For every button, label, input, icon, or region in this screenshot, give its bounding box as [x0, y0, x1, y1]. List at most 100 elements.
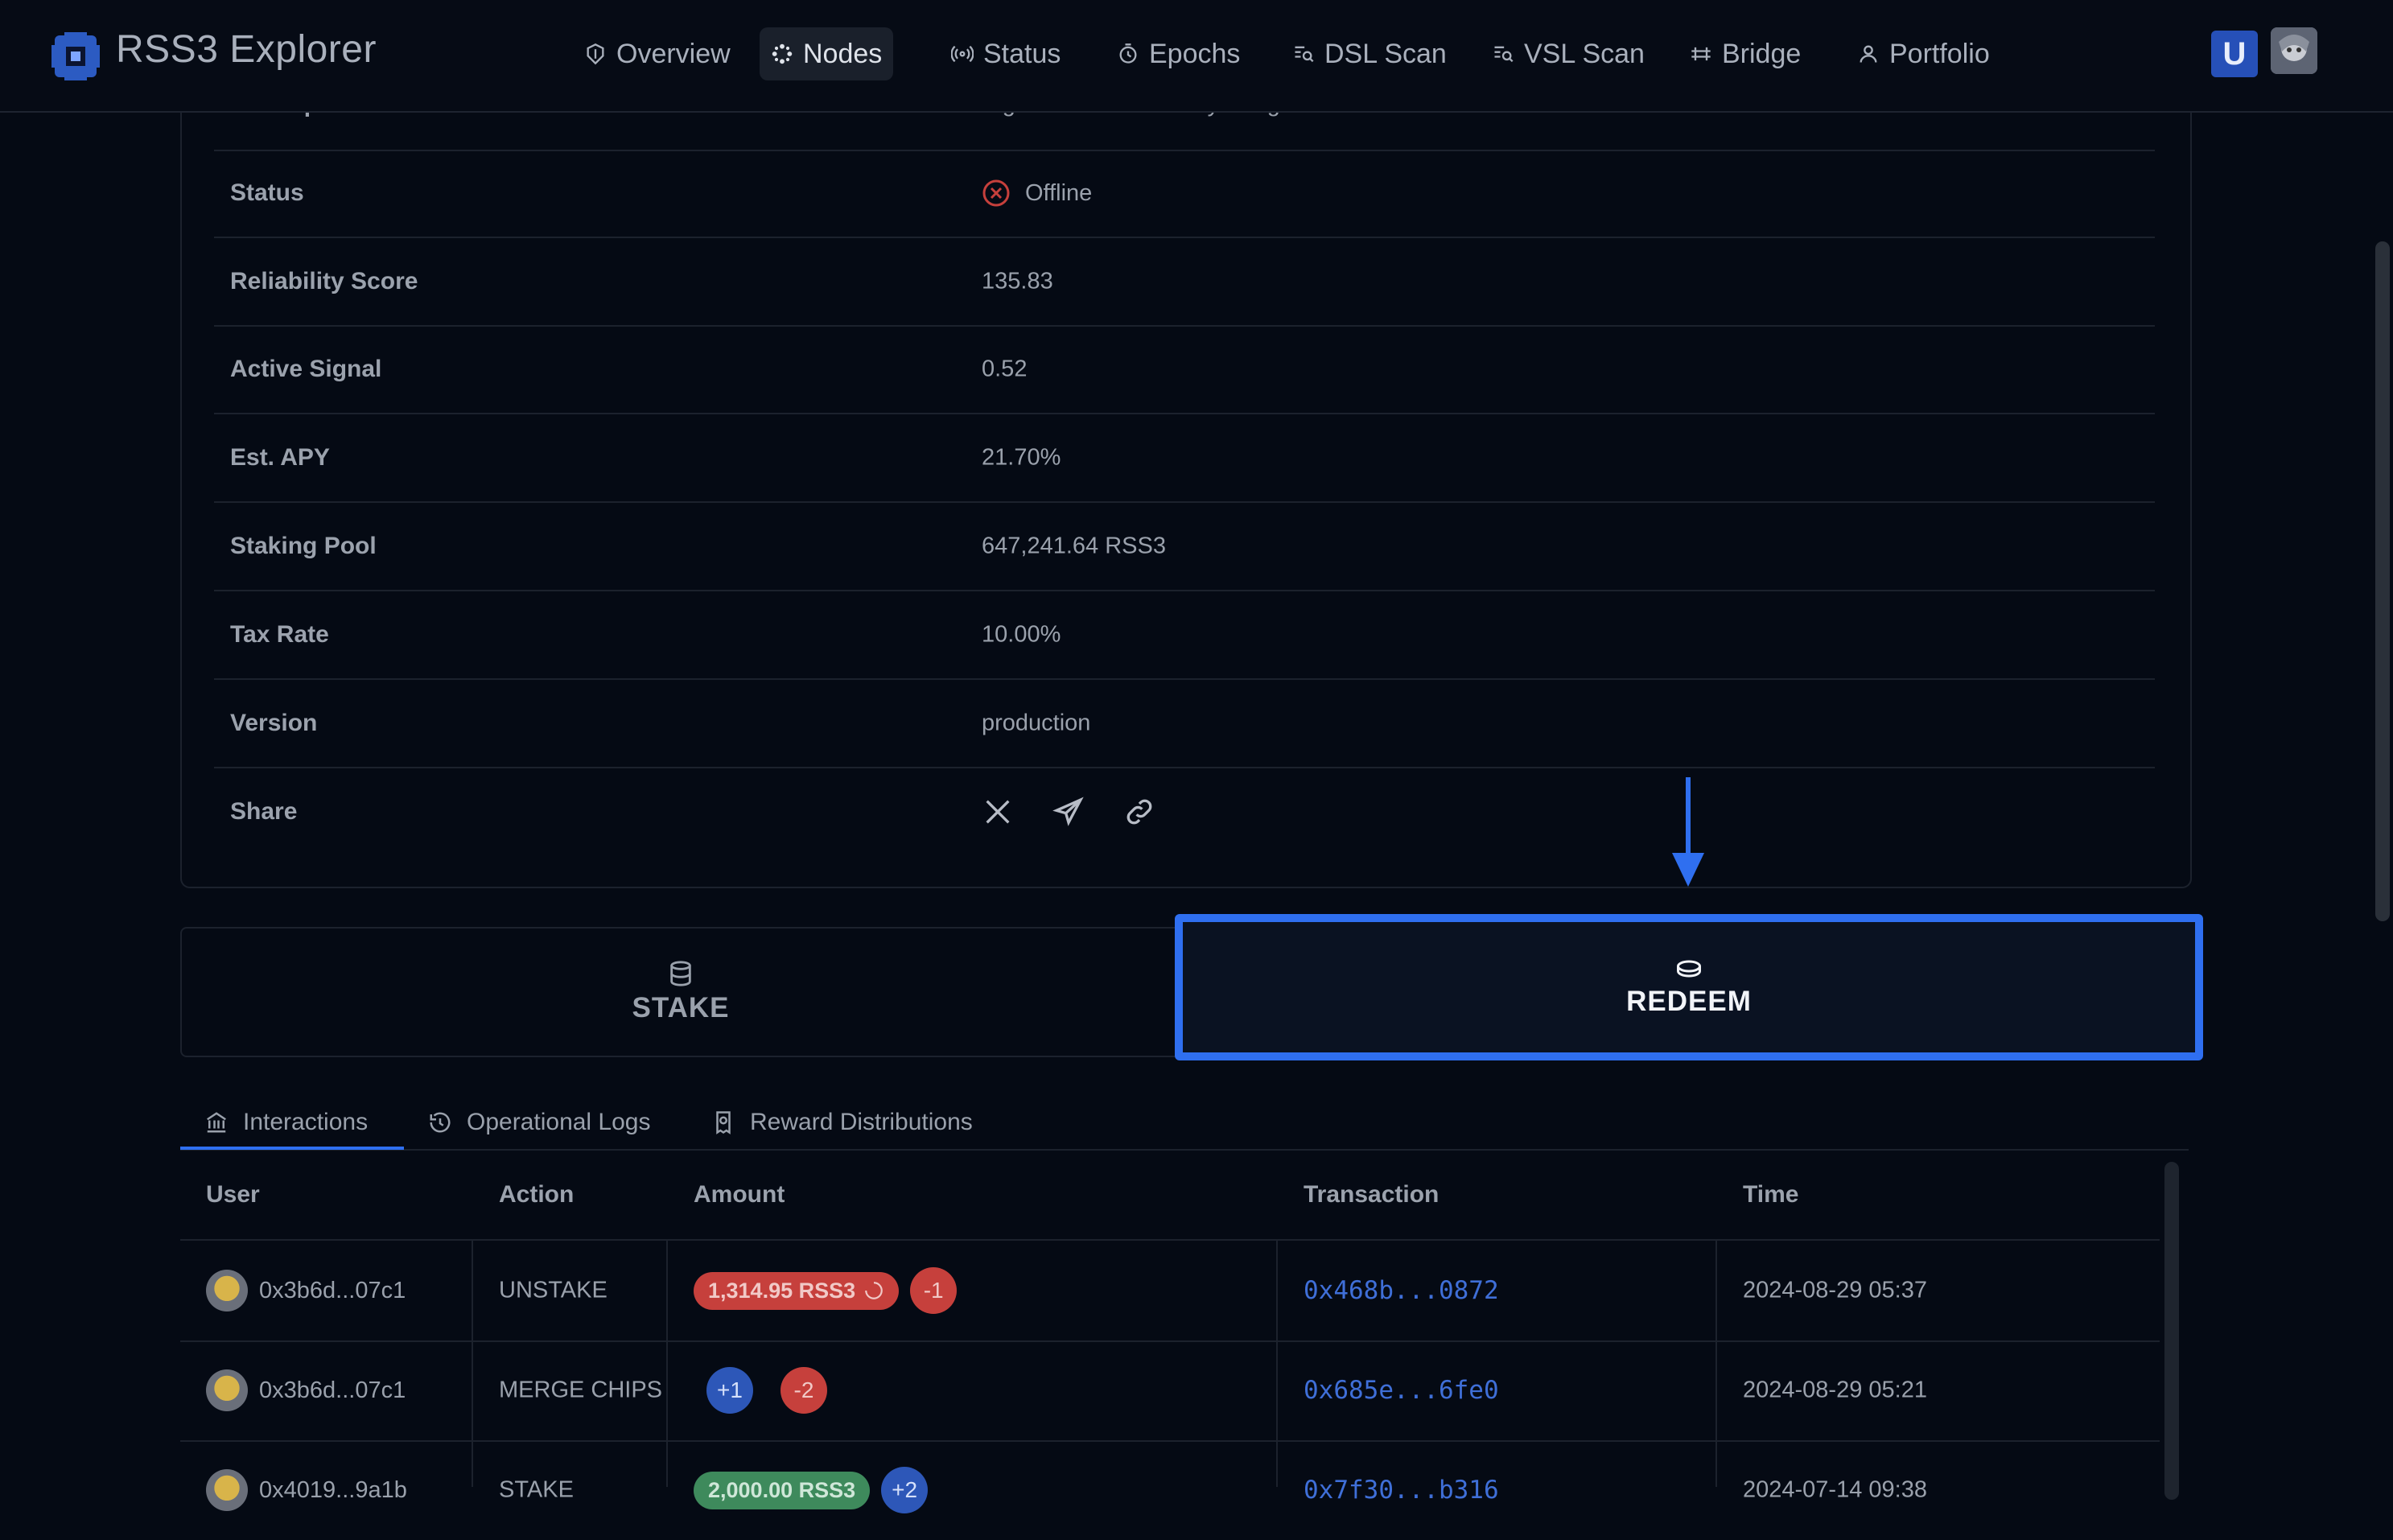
detail-label: Version [230, 710, 318, 736]
transaction-link[interactable]: 0x468b...0872 [1304, 1276, 1499, 1305]
nav-portfolio[interactable]: Portfolio [1846, 27, 2001, 80]
share-icons [982, 796, 1194, 828]
nav-label: Epochs [1149, 38, 1241, 69]
bridge-icon [1691, 47, 1711, 61]
chip-badge: +2 [881, 1467, 929, 1513]
tab-label: Interactions [243, 1109, 369, 1135]
avatar-image [2271, 27, 2317, 74]
user-avatar[interactable] [2271, 27, 2317, 74]
redeem-label: REDEEM [1626, 986, 1752, 1017]
coin-icon [1677, 960, 1701, 978]
loading-icon [865, 1282, 883, 1299]
transaction-link[interactable]: 0x685e...6fe0 [1304, 1376, 1499, 1405]
transaction-link[interactable]: 0x7f30...b316 [1304, 1476, 1499, 1505]
active-tab-indicator [180, 1147, 404, 1150]
action-cell: MERGE CHIPS [499, 1377, 663, 1403]
nav-dsl-scan[interactable]: DSL Scan [1281, 27, 1458, 80]
nav-label: Nodes [803, 38, 883, 69]
tab-label: Reward Distributions [750, 1109, 973, 1135]
nav-label: VSL Scan [1524, 38, 1645, 69]
scan-icon [1295, 46, 1314, 63]
tab-label: Operational Logs [467, 1109, 651, 1135]
tab-reward-distributions[interactable]: Reward Distributions [711, 1104, 973, 1141]
time-cell: 2024-08-29 05:37 [1743, 1277, 1927, 1303]
stake-label: STAKE [632, 992, 730, 1023]
nav-status[interactable]: Status [940, 27, 1072, 80]
detail-label: Reliability Score [230, 268, 418, 294]
link-icon[interactable] [1123, 796, 1155, 828]
user-address: 0x3b6d...07c1 [259, 1377, 406, 1403]
nav-nodes[interactable]: Nodes [760, 27, 894, 80]
table-row[interactable]: 0x4019...9a1b STAKE 2,000.00 RSS3 +2 0x7… [180, 1440, 2160, 1540]
amount-cell: +1 -2 [706, 1367, 827, 1414]
user-cell[interactable]: 0x3b6d...07c1 [206, 1270, 406, 1311]
amount-text: 1,314.95 RSS3 [708, 1278, 856, 1303]
receipt-icon [716, 1111, 731, 1134]
wallet-badge-letter: U [2222, 35, 2247, 72]
user-cell[interactable]: 0x3b6d...07c1 [206, 1369, 406, 1411]
top-nav-bar: RSS3 Explorer Overview Nodes Status Epoc… [0, 0, 2393, 113]
detail-row-reliability: Reliability Score 135.83 [214, 238, 2155, 327]
column-header-user: User [206, 1181, 260, 1208]
overview-icon [587, 43, 604, 65]
detail-row-apy: Est. APY 21.70% [214, 414, 2155, 503]
detail-label: Tax Rate [230, 621, 329, 648]
nav-label: Overview [616, 38, 731, 69]
nav-label: DSL Scan [1324, 38, 1447, 69]
detail-row-version: Version production [214, 680, 2155, 768]
time-cell: 2024-07-14 09:38 [1743, 1476, 1927, 1503]
chip-badge: +1 [706, 1367, 753, 1414]
table-scrollbar[interactable] [2164, 1162, 2179, 1500]
page-scrollbar[interactable] [2375, 241, 2390, 921]
detail-label: Staking Pool [230, 533, 377, 559]
user-address: 0x3b6d...07c1 [259, 1277, 406, 1303]
nodes-icon [772, 43, 793, 64]
amount-cell: 2,000.00 RSS3 +2 [694, 1467, 929, 1513]
user-icon [1860, 45, 1877, 63]
detail-row-active-signal: Active Signal 0.52 [214, 326, 2155, 414]
detail-label: Share [230, 798, 298, 825]
status-text: Offline [1025, 179, 1093, 206]
nav-epochs[interactable]: Epochs [1106, 27, 1251, 80]
user-avatar-small [206, 1369, 248, 1411]
user-avatar-small [206, 1469, 248, 1511]
offline-icon [982, 179, 1010, 207]
signal-icon [951, 45, 974, 63]
action-cell: UNSTAKE [499, 1277, 608, 1303]
bank-icon [207, 1112, 226, 1133]
nav-bridge[interactable]: Bridge [1678, 27, 1812, 80]
table-row[interactable]: 0x3b6d...07c1 UNSTAKE 1,314.95 RSS3 -1 0… [180, 1241, 2160, 1342]
table-row[interactable]: 0x3b6d...07c1 MERGE CHIPS +1 -2 0x685e..… [180, 1340, 2160, 1442]
column-header-time: Time [1743, 1181, 1799, 1208]
nav-vsl-scan[interactable]: VSL Scan [1481, 27, 1656, 80]
detail-value-wrap: Offline [982, 179, 1092, 208]
history-icon [430, 1112, 451, 1133]
column-header-amount: Amount [694, 1181, 785, 1208]
redeem-button[interactable]: REDEEM [1175, 914, 2203, 1060]
tab-divider [180, 1149, 2189, 1151]
column-header-transaction: Transaction [1304, 1181, 1440, 1208]
detail-row-share: Share [214, 768, 2155, 855]
tab-interactions[interactable]: Interactions [204, 1104, 368, 1141]
nav-label: Status [983, 38, 1061, 69]
x-icon[interactable] [982, 796, 1014, 828]
detail-value: 135.83 [982, 268, 1053, 294]
detail-row-tax-rate: Tax Rate 10.00% [214, 591, 2155, 680]
telegram-icon[interactable] [1052, 796, 1085, 828]
detail-value: 0.52 [982, 356, 1028, 382]
tab-operational-logs[interactable]: Operational Logs [428, 1104, 651, 1141]
app-title[interactable]: RSS3 Explorer [116, 27, 377, 72]
coins-stack-icon [670, 961, 691, 986]
nav-label: Bridge [1722, 38, 1802, 69]
nav-overview[interactable]: Overview [573, 27, 742, 80]
rss3-logo[interactable] [50, 31, 101, 82]
wallet-badge[interactable]: U [2211, 31, 2258, 77]
scan-icon [1494, 46, 1514, 63]
user-avatar-small [206, 1270, 248, 1311]
user-cell[interactable]: 0x4019...9a1b [206, 1469, 407, 1511]
chip-badge: -1 [910, 1267, 958, 1314]
detail-label: Est. APY [230, 444, 330, 471]
stake-button[interactable]: STAKE [180, 927, 1181, 1057]
detail-value: production [982, 710, 1091, 736]
column-header-action: Action [499, 1181, 575, 1208]
